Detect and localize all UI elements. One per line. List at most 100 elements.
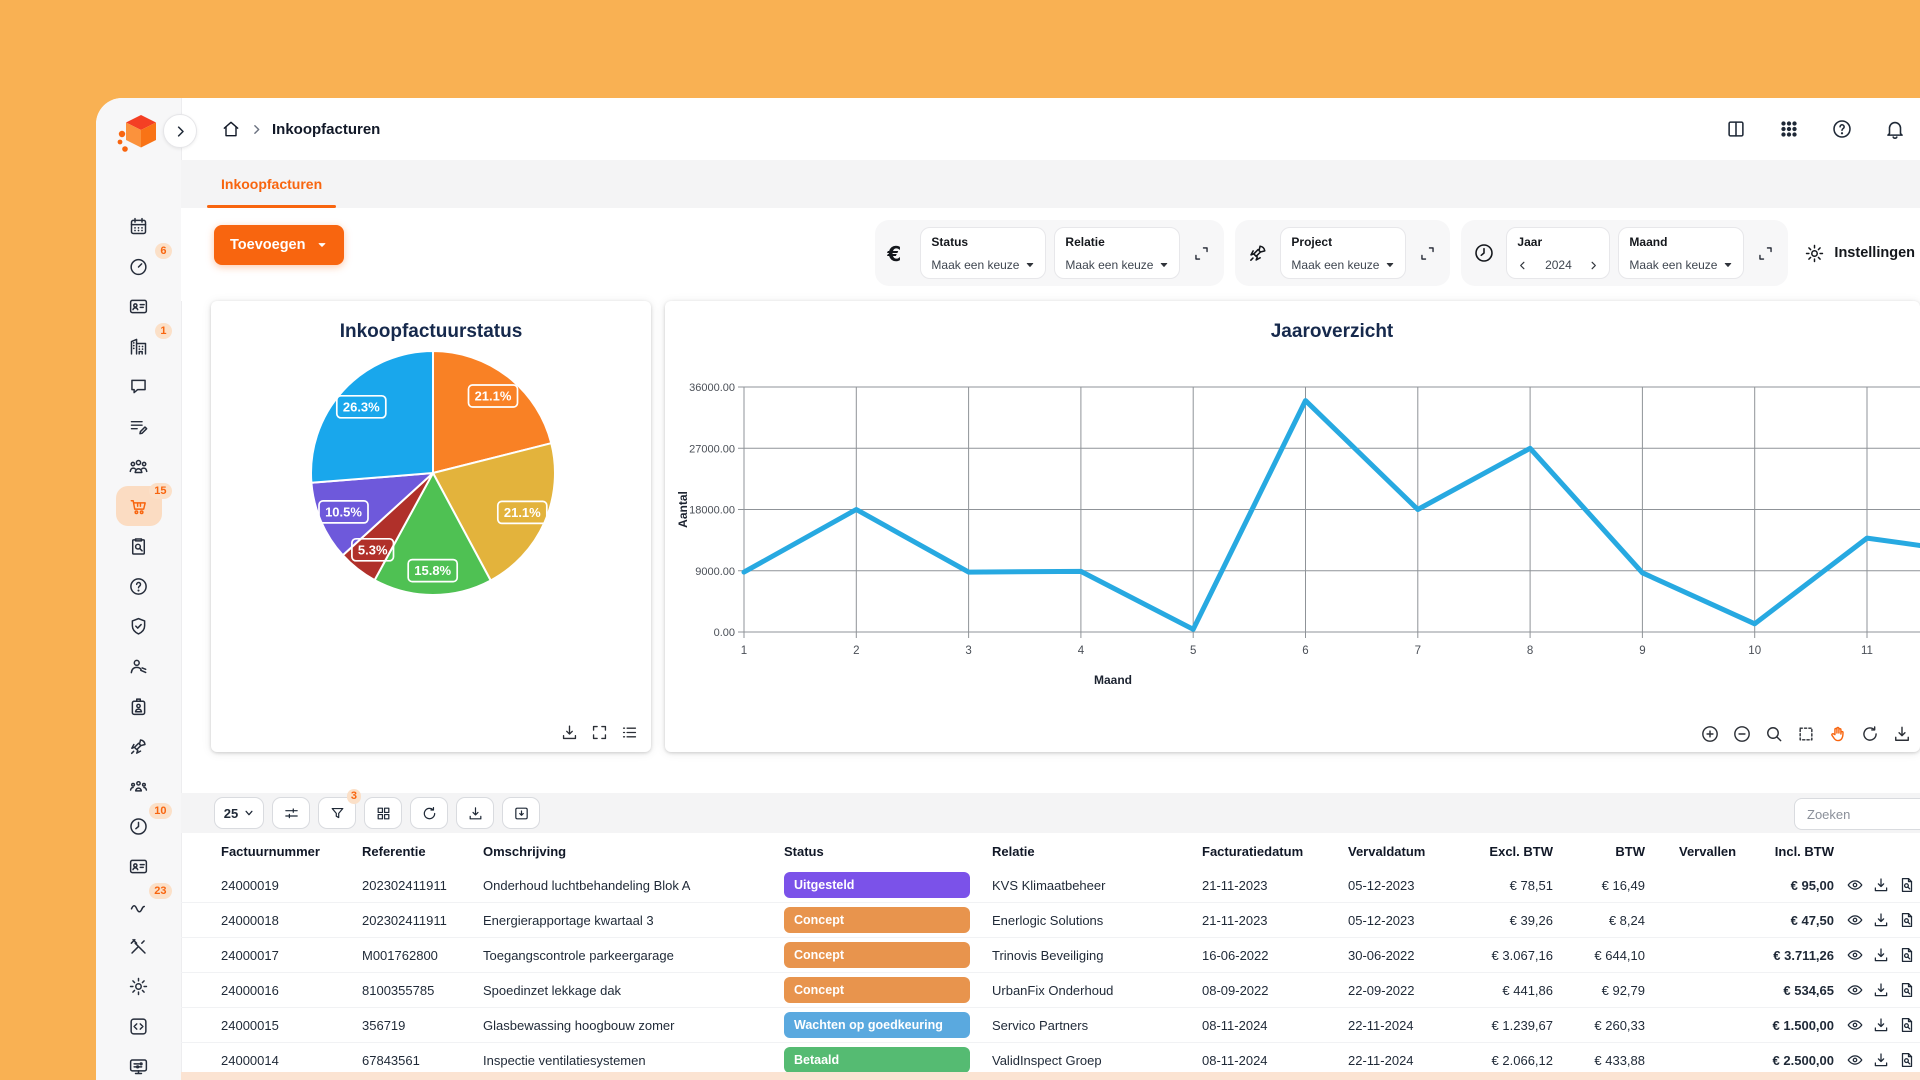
- sidebar-item-persondesk[interactable]: [116, 646, 162, 686]
- table-row[interactable]: 24000019202302411911Onderhoud luchtbehan…: [181, 868, 1920, 903]
- pan-hand-icon[interactable]: [1828, 724, 1848, 744]
- list-menu-icon[interactable]: [620, 723, 639, 742]
- reader-icon[interactable]: [1725, 118, 1747, 140]
- tab-inkoopfacturen[interactable]: Inkoopfacturen: [203, 160, 340, 208]
- download-icon[interactable]: [1892, 724, 1912, 744]
- column-header[interactable]: Omschrijving: [483, 844, 784, 859]
- document-search-icon[interactable]: [1898, 981, 1916, 999]
- column-header[interactable]: Vervallen: [1645, 844, 1755, 859]
- sidebar-item-monitor[interactable]: [116, 1046, 162, 1080]
- zoom-out-icon[interactable]: [1732, 724, 1752, 744]
- column-header[interactable]: Referentie: [362, 844, 483, 859]
- sidebar-item-gear[interactable]: [116, 966, 162, 1006]
- filter-group-period: Jaar 2024 Maand Maak een keuze: [1461, 220, 1788, 286]
- cell-excl_btw: € 39,26: [1468, 913, 1553, 928]
- help-icon[interactable]: [1831, 118, 1853, 140]
- column-header[interactable]: Factuurnummer: [221, 844, 362, 859]
- next-year-icon[interactable]: [1588, 260, 1599, 271]
- sidebar-item-idcard[interactable]: [116, 846, 162, 886]
- sidebar-item-idbadge[interactable]: [116, 686, 162, 726]
- export-archive-button[interactable]: [502, 797, 540, 829]
- selection-box-icon[interactable]: [1796, 724, 1816, 744]
- pie-slice[interactable]: [311, 351, 433, 483]
- filter-button[interactable]: 3: [318, 797, 356, 829]
- download-icon[interactable]: [1872, 911, 1890, 929]
- table-row[interactable]: 240000168100355785Spoedinzet lekkage dak…: [181, 973, 1920, 1008]
- document-search-icon[interactable]: [1898, 946, 1916, 964]
- sidebar-item-rocket[interactable]: [116, 726, 162, 766]
- sidebar-item-cart[interactable]: 15: [116, 486, 162, 526]
- search-input[interactable]: [1794, 798, 1920, 830]
- jaar-filter[interactable]: Jaar 2024: [1506, 227, 1610, 279]
- zoom-in-icon[interactable]: [1700, 724, 1720, 744]
- sidebar-item-clock[interactable]: 10: [116, 806, 162, 846]
- table-row[interactable]: 24000017M001762800Toegangscontrole parke…: [181, 938, 1920, 973]
- document-search-icon[interactable]: [1898, 1051, 1916, 1069]
- expand-corners-icon[interactable]: [1418, 244, 1437, 263]
- column-header[interactable]: Incl. BTW: [1755, 844, 1834, 859]
- download-button[interactable]: [456, 797, 494, 829]
- download-icon[interactable]: [1872, 981, 1890, 999]
- table-row[interactable]: 24000015356719Glasbewassing hoogbouw zom…: [181, 1008, 1920, 1043]
- sidebar-item-chat[interactable]: [116, 366, 162, 406]
- download-icon[interactable]: [1872, 1016, 1890, 1034]
- document-search-icon[interactable]: [1898, 911, 1916, 929]
- column-header[interactable]: Facturatiedatum: [1202, 844, 1348, 859]
- home-icon[interactable]: [221, 119, 241, 139]
- view-icon[interactable]: [1846, 946, 1864, 964]
- add-button[interactable]: Toevoegen: [214, 225, 344, 265]
- status-filter[interactable]: Status Maak een keuze: [920, 227, 1046, 279]
- table-row[interactable]: 24000018202302411911Energierapportage kw…: [181, 903, 1920, 938]
- sidebar-item-codebox[interactable]: [116, 1006, 162, 1046]
- view-icon[interactable]: [1846, 981, 1864, 999]
- sidebar-item-clipsearch[interactable]: [116, 526, 162, 566]
- sidebar-item-calendar[interactable]: [116, 206, 162, 246]
- sidebar-item-tools[interactable]: [116, 926, 162, 966]
- sidebar-expand-button[interactable]: [163, 114, 197, 148]
- maand-filter[interactable]: Maand Maak een keuze: [1618, 227, 1744, 279]
- cell-factuurnummer: 24000017: [221, 948, 362, 963]
- document-search-icon[interactable]: [1898, 876, 1916, 894]
- download-icon[interactable]: [1872, 876, 1890, 894]
- fullscreen-icon[interactable]: [590, 723, 609, 742]
- column-settings-button[interactable]: [272, 797, 310, 829]
- settings-button[interactable]: Instellingen: [1804, 243, 1915, 264]
- app-logo-icon[interactable]: [112, 108, 166, 162]
- column-header[interactable]: Status: [784, 844, 992, 859]
- sidebar-item-building[interactable]: 1: [116, 326, 162, 366]
- sidebar-badge: 6: [155, 243, 171, 259]
- view-icon[interactable]: [1846, 1016, 1864, 1034]
- column-header[interactable]: Excl. BTW: [1468, 844, 1553, 859]
- expand-corners-icon[interactable]: [1756, 244, 1775, 263]
- apps-grid-icon[interactable]: [1778, 118, 1800, 140]
- column-header[interactable]: Vervaldatum: [1348, 844, 1468, 859]
- sidebar-item-help[interactable]: [116, 566, 162, 606]
- sidebar-item-shield[interactable]: [116, 606, 162, 646]
- sidebar-item-wave[interactable]: 23: [116, 886, 162, 926]
- sidebar-item-idcard[interactable]: [116, 286, 162, 326]
- view-icon[interactable]: [1846, 876, 1864, 894]
- caret-down-icon: [1025, 260, 1035, 270]
- sidebar-item-gauge[interactable]: 6: [116, 246, 162, 286]
- sidebar-item-group[interactable]: [116, 766, 162, 806]
- layout-grid-button[interactable]: [364, 797, 402, 829]
- page-size-select[interactable]: 25: [214, 797, 264, 829]
- bell-icon[interactable]: [1884, 118, 1906, 140]
- expand-corners-icon[interactable]: [1192, 244, 1211, 263]
- download-icon[interactable]: [1872, 1051, 1890, 1069]
- document-search-icon[interactable]: [1898, 1016, 1916, 1034]
- relatie-filter[interactable]: Relatie Maak een keuze: [1054, 227, 1180, 279]
- column-header[interactable]: Relatie: [992, 844, 1202, 859]
- refresh-icon[interactable]: [1860, 724, 1880, 744]
- previous-year-icon[interactable]: [1517, 260, 1528, 271]
- view-icon[interactable]: [1846, 911, 1864, 929]
- refresh-button[interactable]: [410, 797, 448, 829]
- download-icon[interactable]: [560, 723, 579, 742]
- project-filter[interactable]: Project Maak een keuze: [1280, 227, 1406, 279]
- magnifier-zoom-icon[interactable]: [1764, 724, 1784, 744]
- download-icon[interactable]: [1872, 946, 1890, 964]
- sidebar-item-team[interactable]: [116, 446, 162, 486]
- view-icon[interactable]: [1846, 1051, 1864, 1069]
- sidebar-item-notes[interactable]: [116, 406, 162, 446]
- column-header[interactable]: BTW: [1553, 844, 1645, 859]
